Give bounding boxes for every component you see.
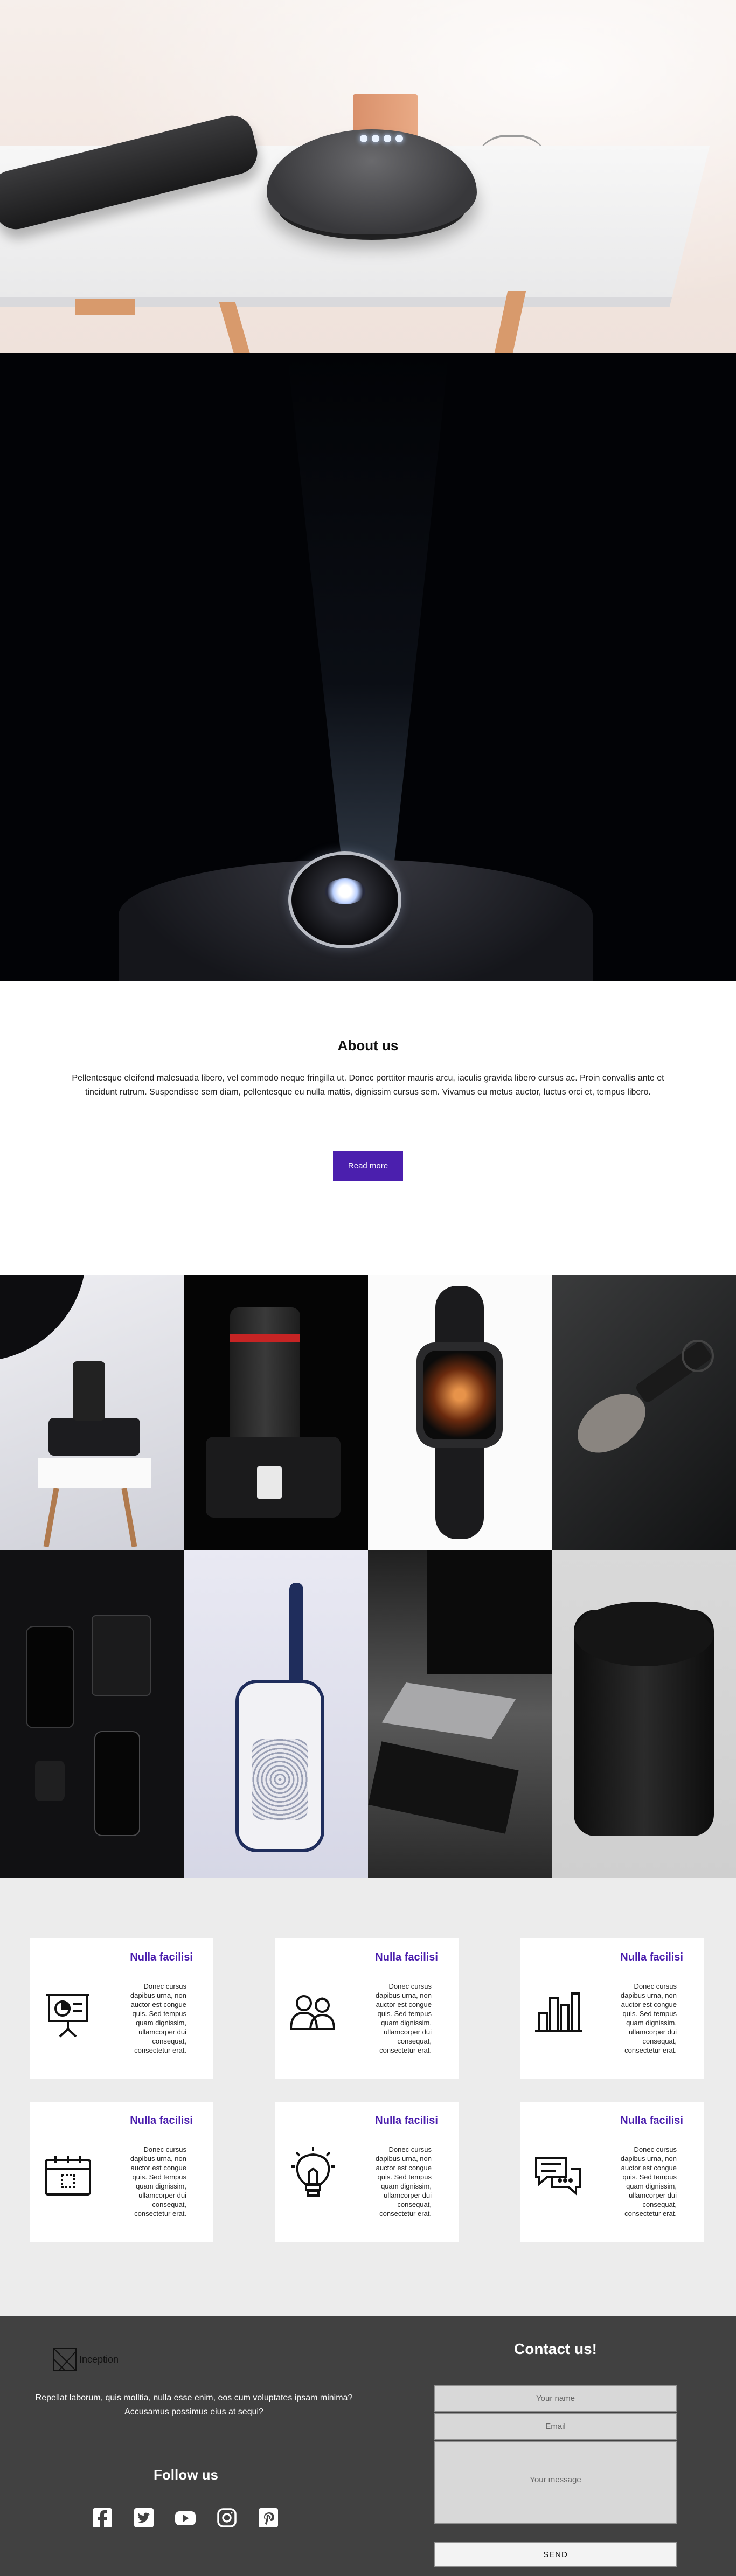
- gallery-image-smartwatch[interactable]: [368, 1275, 552, 1550]
- feature-title: Nulla facilisi: [596, 1951, 683, 1964]
- gallery-image-camera-gear[interactable]: [0, 1275, 184, 1550]
- feature-text: Donec cursus dapibus urna, non auctor es…: [123, 2145, 186, 2218]
- feature-title: Nulla facilisi: [351, 1951, 438, 1964]
- feature-card: Nulla facilisi Donec cursus dapibus urna…: [275, 1938, 459, 2079]
- calendar-icon: [38, 2145, 98, 2204]
- team-people-icon: [283, 1982, 343, 2041]
- features-section: Nulla facilisi Donec cursus dapibus urna…: [0, 1878, 736, 2316]
- feature-card: Nulla facilisi Donec cursus dapibus urna…: [30, 2102, 213, 2242]
- bar-chart-icon: [529, 1982, 588, 2041]
- product-gallery: [0, 1275, 736, 1878]
- feature-text: Donec cursus dapibus urna, non auctor es…: [613, 2145, 677, 2218]
- email-input[interactable]: [434, 2413, 677, 2440]
- gallery-image-lens-cap[interactable]: [552, 1550, 736, 1878]
- contact-title: Contact us!: [434, 2340, 677, 2358]
- chat-bubbles-icon: [529, 2145, 588, 2204]
- feature-card: Nulla facilisi Donec cursus dapibus urna…: [275, 2102, 459, 2242]
- light-bulb-icon: [283, 2145, 343, 2204]
- logo-text: Inception: [79, 2354, 119, 2365]
- name-input[interactable]: [434, 2385, 677, 2412]
- projector-lens: [325, 878, 365, 904]
- feature-title: Nulla facilisi: [106, 2115, 193, 2127]
- feature-title: Nulla facilisi: [106, 1951, 193, 1964]
- about-title: About us: [0, 1037, 736, 1054]
- table-leg: [75, 299, 135, 315]
- gallery-image-dslr-camera[interactable]: [184, 1275, 369, 1550]
- feature-text: Donec cursus dapibus urna, non auctor es…: [368, 2145, 432, 2218]
- gallery-image-microphone[interactable]: [552, 1275, 736, 1550]
- youtube-icon[interactable]: [175, 2507, 196, 2529]
- footer: Inception Repellat laborum, quis molltia…: [0, 2316, 736, 2576]
- hero-image-smart-speaker: [0, 0, 736, 353]
- speaker-led: [384, 135, 391, 142]
- hero-image-projector: [0, 353, 736, 981]
- feature-grid: Nulla facilisi Donec cursus dapibus urna…: [0, 1938, 736, 2242]
- instagram-icon[interactable]: [216, 2507, 238, 2529]
- feature-title: Nulla facilisi: [596, 2115, 683, 2127]
- feature-card: Nulla facilisi Donec cursus dapibus urna…: [520, 1938, 704, 2079]
- speaker-led: [360, 135, 367, 142]
- about-section: About us Pellentesque eleifend malesuada…: [0, 981, 736, 1275]
- send-button[interactable]: SEND: [434, 2542, 677, 2567]
- logo[interactable]: Inception: [51, 2346, 119, 2373]
- speaker-led: [395, 135, 403, 142]
- gallery-image-keyboard-desk[interactable]: [368, 1550, 552, 1878]
- footer-text: Repellat laborum, quis molltia, nulla es…: [27, 2391, 361, 2419]
- follow-us-title: Follow us: [119, 2467, 253, 2483]
- feature-text: Donec cursus dapibus urna, non auctor es…: [123, 1982, 186, 2055]
- read-more-button[interactable]: Read more: [333, 1151, 403, 1181]
- feature-card: Nulla facilisi Donec cursus dapibus urna…: [30, 1938, 213, 2079]
- about-text: Pellentesque eleifend malesuada libero, …: [69, 1071, 667, 1099]
- twitter-icon[interactable]: [133, 2507, 155, 2529]
- feature-title: Nulla facilisi: [351, 2115, 438, 2127]
- feature-text: Donec cursus dapibus urna, non auctor es…: [368, 1982, 432, 2055]
- message-textarea[interactable]: [434, 2441, 677, 2524]
- speaker-led: [372, 135, 379, 142]
- presentation-board-icon: [38, 1982, 98, 2041]
- feature-card: Nulla facilisi Donec cursus dapibus urna…: [520, 2102, 704, 2242]
- gallery-image-walkie-talkie[interactable]: [184, 1550, 369, 1878]
- logo-mark-icon: [51, 2346, 78, 2373]
- social-links: [92, 2507, 279, 2529]
- pinterest-icon[interactable]: [258, 2507, 279, 2529]
- gallery-image-gadgets-flatlay[interactable]: [0, 1550, 184, 1878]
- facebook-icon[interactable]: [92, 2507, 113, 2529]
- feature-text: Donec cursus dapibus urna, non auctor es…: [613, 1982, 677, 2055]
